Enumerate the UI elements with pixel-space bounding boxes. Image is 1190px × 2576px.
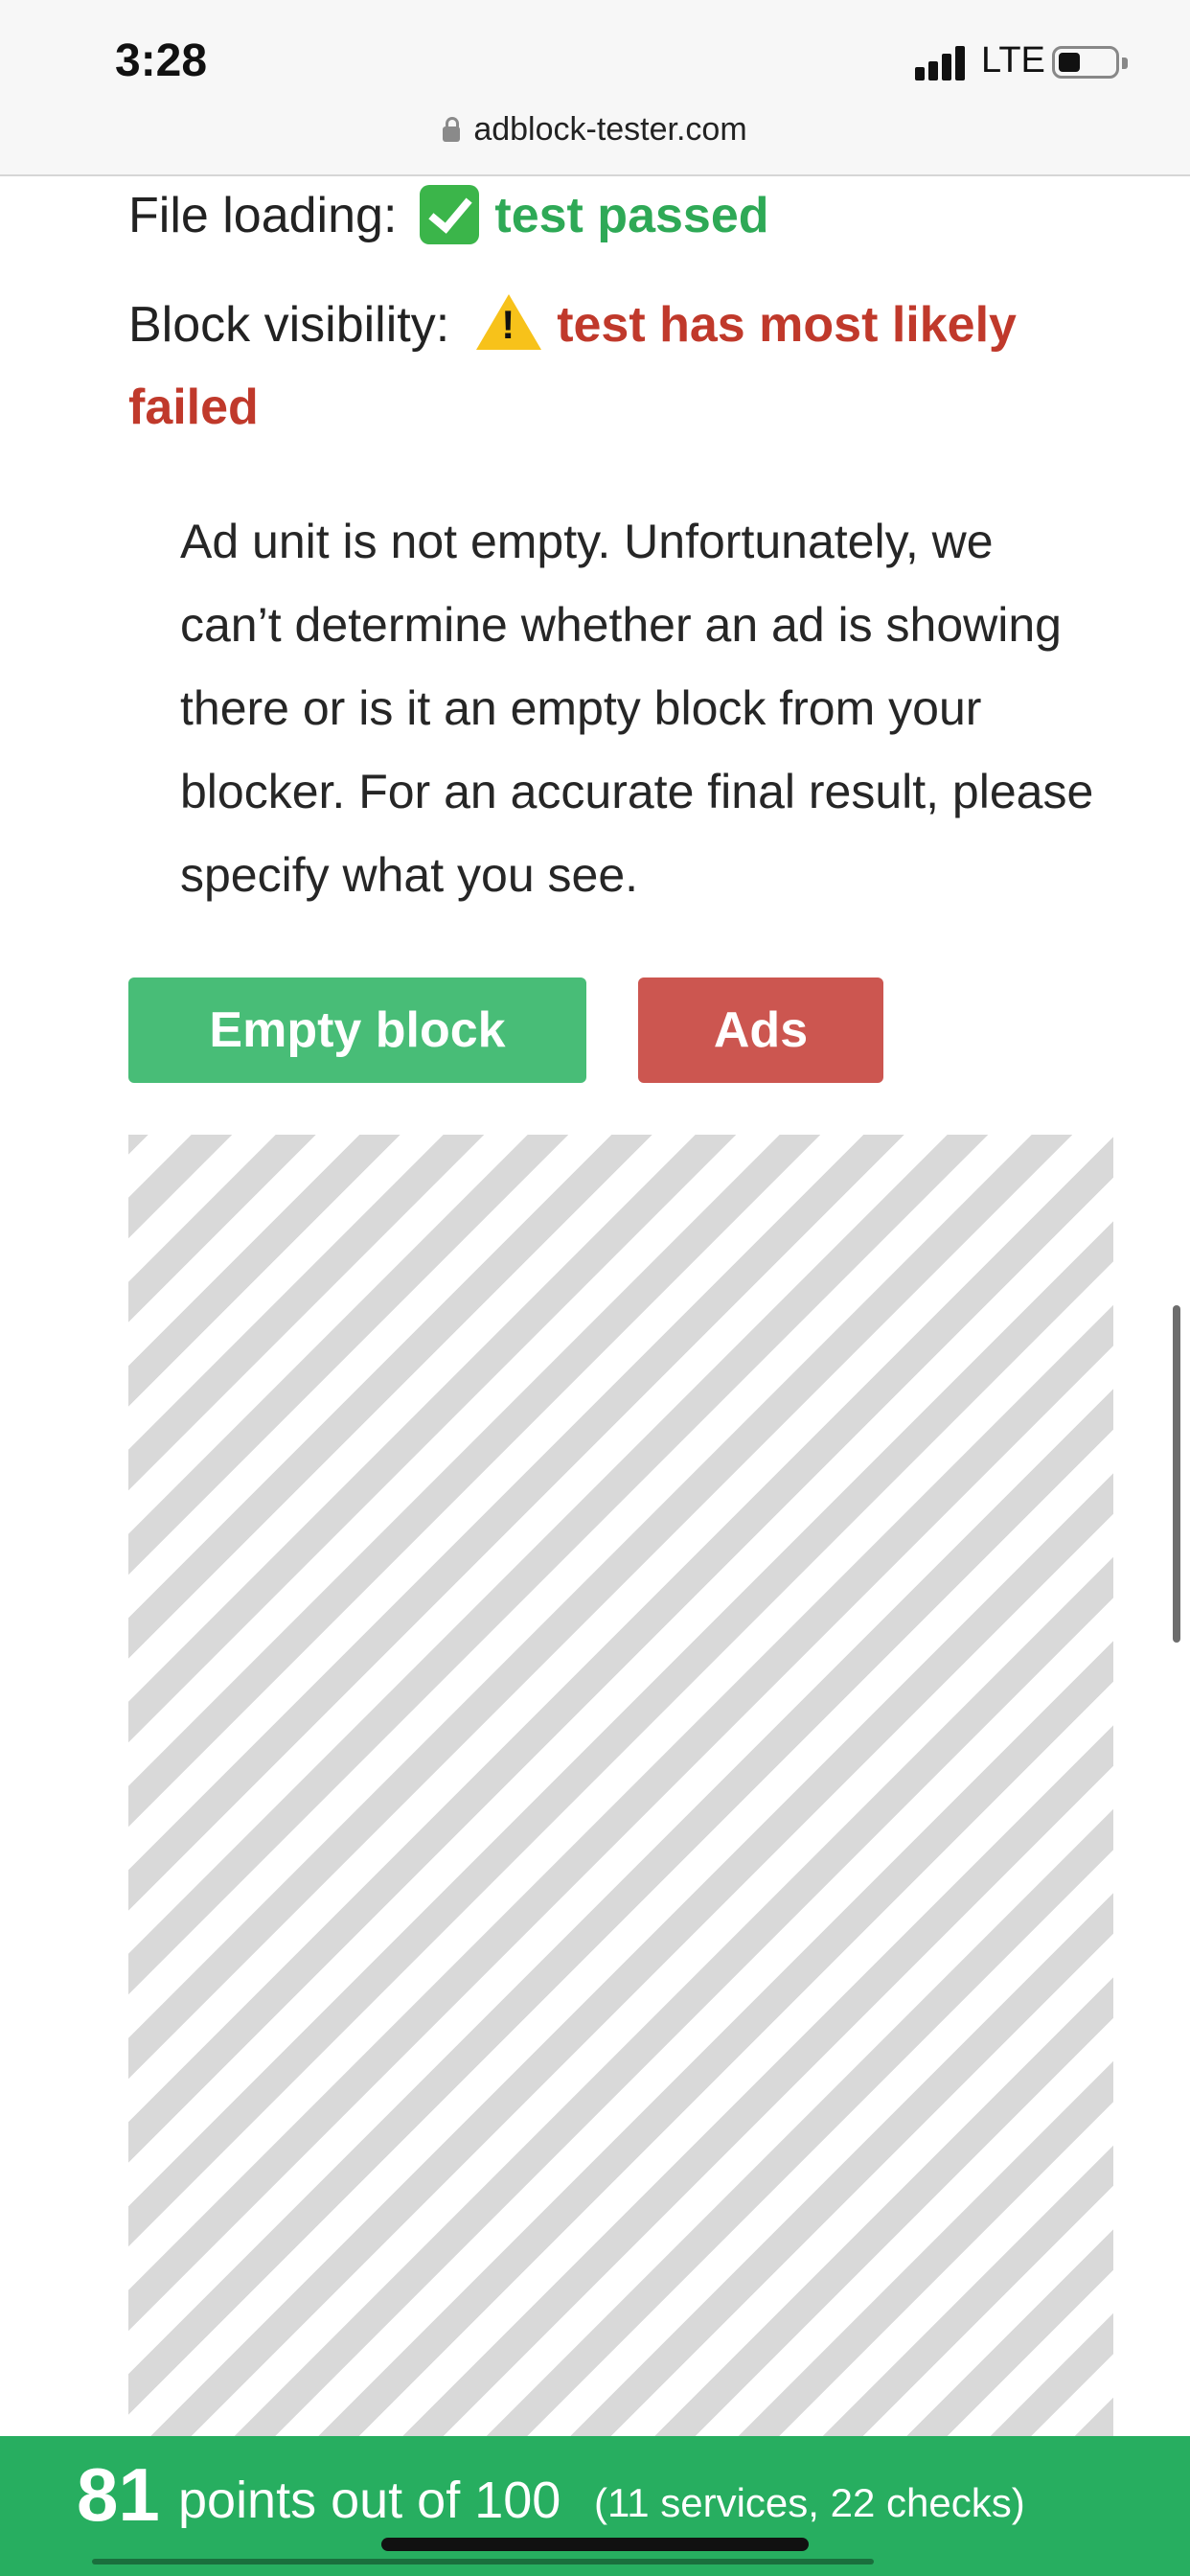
block-visibility-row: Block visibility: test has most likely [128,284,1017,366]
ads-button[interactable]: Ads [638,978,883,1083]
block-visibility-status: test has most likely [557,297,1017,353]
empty-block-button[interactable]: Empty block [128,978,586,1083]
block-visibility-status-continued: failed [128,366,259,448]
battery-icon [1052,46,1128,79]
home-indicator[interactable] [381,2538,809,2551]
file-loading-label: File loading: [128,188,398,243]
scrollbar[interactable] [1173,1305,1180,1643]
address-bar[interactable]: adblock-tester.com [0,111,1190,149]
lock-icon [443,117,461,142]
url-text: adblock-tester.com [473,111,747,148]
check-mark-icon [420,185,480,245]
score-text: points out of 100 [178,2472,561,2529]
file-loading-row: File loading: test passed [128,174,769,257]
ad-unit-placeholder [128,1135,1113,2438]
signal-strength-icon [915,46,967,80]
status-bar: 3:28 LTE adblock-tester.com [0,0,1190,176]
score-bar: 81 points out of 100 (11 services, 22 ch… [0,2436,1190,2576]
warning-icon [476,294,542,351]
block-visibility-label: Block visibility: [128,297,450,353]
block-visibility-status-line2: failed [128,380,259,435]
score-detail: (11 services, 22 checks) [594,2480,1025,2525]
network-type-label: LTE [981,40,1045,80]
result-description: Ad unit is not empty. Unfortunately, we … [180,515,1094,902]
file-loading-status: test passed [494,188,769,243]
score-points: 81 [77,2452,160,2537]
status-time: 3:28 [115,35,208,86]
score-underline [92,2559,874,2564]
